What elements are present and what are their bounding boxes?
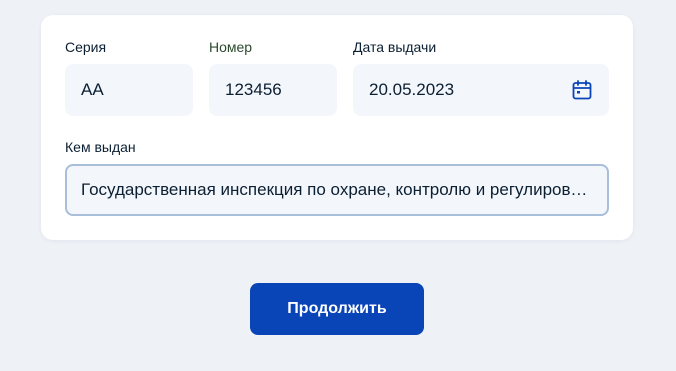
- continue-button[interactable]: Продолжить: [250, 283, 424, 335]
- number-input[interactable]: 123456: [209, 64, 337, 116]
- issue-date-field: Дата выдачи 20.05.2023: [353, 39, 609, 116]
- series-label: Серия: [65, 39, 107, 55]
- series-value: AA: [81, 80, 104, 99]
- number-field: Номер 123456: [209, 39, 337, 116]
- issue-date-value: 20.05.2023: [369, 80, 455, 99]
- calendar-icon[interactable]: [571, 79, 593, 101]
- issue-date-input[interactable]: 20.05.2023: [353, 64, 609, 116]
- issued-by-label: Кем выдан: [65, 139, 136, 155]
- series-input[interactable]: AA: [65, 64, 193, 116]
- number-label: Номер: [209, 39, 253, 55]
- issued-by-input[interactable]: Государственная инспекция по охране, кон…: [65, 164, 609, 216]
- issued-by-field: Кем выдан Государственная инспекция по о…: [65, 139, 609, 216]
- issued-by-value: Государственная инспекция по охране, кон…: [81, 180, 593, 199]
- document-form-card: Серия AA Номер 123456 Дата выдачи 20.05.…: [41, 15, 633, 240]
- issue-date-label: Дата выдачи: [353, 39, 437, 55]
- number-value: 123456: [225, 80, 282, 99]
- series-field: Серия AA: [65, 39, 193, 116]
